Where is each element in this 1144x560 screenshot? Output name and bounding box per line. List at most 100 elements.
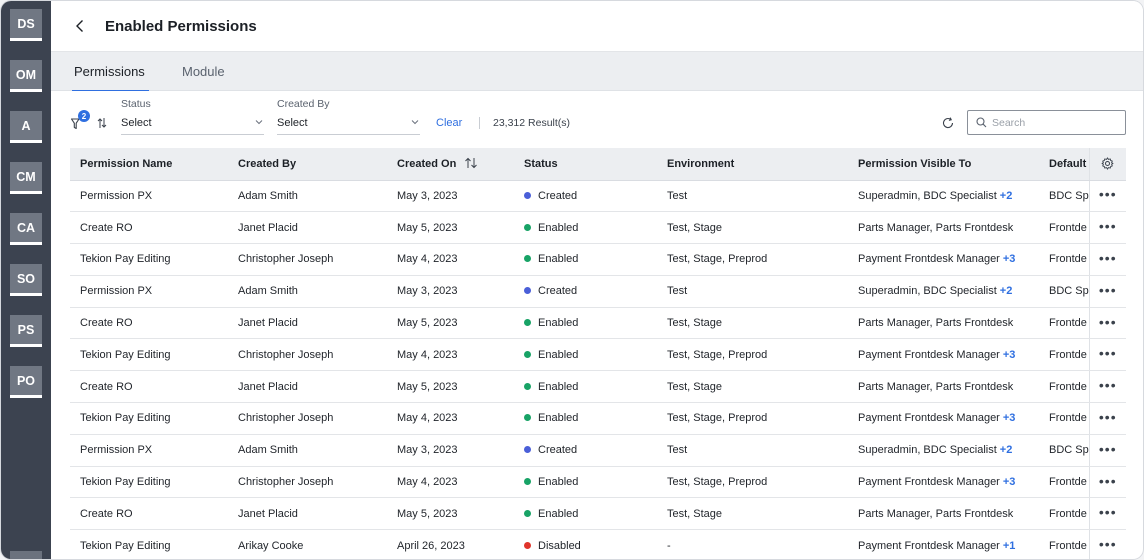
table-row[interactable]: Create RO Janet Placid May 5, 2023 Enabled T…	[70, 307, 1126, 340]
more-roles-count[interactable]: +3	[1003, 349, 1016, 361]
visible-to-text: Payment Frontdesk Manager	[858, 253, 1000, 266]
visible-to-text: Superadmin, BDC Specialist	[858, 444, 997, 457]
cell-created-on: April 26, 2023	[387, 529, 514, 559]
status-label: Created	[538, 285, 578, 298]
more-options-icon[interactable]: •••	[1099, 283, 1117, 297]
cell-status: Enabled	[514, 243, 657, 276]
status-dot	[524, 287, 531, 295]
rail-item-ca[interactable]: CA	[10, 213, 42, 245]
more-options-icon[interactable]: •••	[1099, 537, 1117, 551]
status-filter-select[interactable]: Select	[121, 115, 264, 135]
cell-permission-visible-to: Parts Manager, Parts Frontdesk	[848, 307, 1039, 340]
tab-permissions[interactable]: Permissions	[72, 52, 149, 92]
clear-filters-link[interactable]: Clear	[436, 117, 462, 129]
cell-permission-name: Tekion Pay Editing	[70, 338, 228, 372]
divider	[479, 117, 480, 129]
more-options-icon[interactable]: •••	[1099, 410, 1117, 424]
status-filter-label: Status	[121, 98, 151, 110]
column-header-default[interactable]: Default	[1039, 148, 1089, 181]
table-row[interactable]: Permission PX Adam Smith May 3, 2023 Create…	[70, 180, 1126, 213]
rail-item-so[interactable]: SO	[10, 264, 42, 296]
more-options-icon[interactable]: •••	[1099, 505, 1117, 519]
cell-created-by: Janet Placid	[228, 307, 387, 340]
column-header-created-by[interactable]: Created By	[228, 148, 387, 181]
table-row[interactable]: Tekion Pay Editing Christopher Joseph May …	[70, 466, 1126, 499]
cell-actions: •••	[1088, 307, 1126, 340]
status-dot	[524, 478, 531, 486]
chevron-down-icon	[411, 120, 419, 125]
cell-actions: •••	[1088, 529, 1126, 559]
column-header-status[interactable]: Status	[514, 148, 657, 181]
column-header-created-on[interactable]: Created On	[387, 148, 514, 181]
table-row[interactable]: Tekion Pay Editing Christopher Joseph May …	[70, 402, 1126, 435]
more-roles-count[interactable]: +2	[1000, 444, 1013, 456]
more-options-icon[interactable]: •••	[1099, 346, 1117, 360]
rail-item-om[interactable]: OM	[10, 60, 42, 92]
table-row[interactable]: Create RO Janet Placid May 5, 2023 Enabled T…	[70, 497, 1126, 531]
tab-module[interactable]: Module	[182, 52, 225, 91]
more-options-icon[interactable]: •••	[1099, 219, 1117, 233]
cell-actions: •••	[1088, 180, 1126, 213]
column-settings[interactable]	[1088, 148, 1126, 181]
sort-icon[interactable]	[96, 116, 108, 130]
rail-item-po[interactable]: PO	[10, 366, 42, 398]
rail-item-a[interactable]: A	[10, 111, 42, 143]
more-roles-count[interactable]: +2	[1000, 285, 1013, 297]
tab-bar: Permissions Module	[51, 52, 1143, 92]
column-header-permission-name[interactable]: Permission Name	[70, 148, 228, 181]
more-options-icon[interactable]: •••	[1099, 378, 1117, 392]
gear-icon[interactable]	[1101, 157, 1114, 170]
cell-status: Enabled	[514, 497, 657, 531]
cell-permission-visible-to: Payment Frontdesk Manager +3	[848, 402, 1039, 435]
cell-default: Frontde	[1039, 211, 1089, 245]
table-row[interactable]: Tekion Pay Editing Arikay Cooke April 26, …	[70, 529, 1126, 559]
cell-permission-name: Tekion Pay Editing	[70, 402, 228, 435]
back-button[interactable]	[75, 18, 91, 34]
cell-default: BDC Sp	[1039, 275, 1089, 308]
cell-environment: Test, Stage, Preprod	[657, 466, 848, 499]
more-roles-count[interactable]: +3	[1003, 476, 1016, 488]
rail-item-ps[interactable]: PS	[10, 315, 42, 347]
cell-environment: Test, Stage	[657, 497, 848, 531]
cell-environment: Test, Stage	[657, 211, 848, 245]
table-row[interactable]: Tekion Pay Editing Christopher Joseph May …	[70, 338, 1126, 372]
more-options-icon[interactable]: •••	[1099, 474, 1117, 488]
cell-actions: •••	[1088, 497, 1126, 531]
table-row[interactable]: Create RO Janet Placid May 5, 2023 Enabled T…	[70, 370, 1126, 404]
search-input[interactable]	[992, 114, 1120, 131]
refresh-icon[interactable]	[941, 116, 955, 130]
more-roles-count[interactable]: +1	[1003, 540, 1016, 552]
visible-to-text: Superadmin, BDC Specialist	[858, 285, 997, 298]
cell-created-on: May 5, 2023	[387, 370, 514, 404]
cell-status: Enabled	[514, 307, 657, 340]
more-options-icon[interactable]: •••	[1099, 187, 1117, 201]
table-row[interactable]: Permission PX Adam Smith May 3, 2023 Create…	[70, 434, 1126, 467]
cell-created-by: Janet Placid	[228, 497, 387, 531]
cell-default: Frontde	[1039, 370, 1089, 404]
rail-item-cm[interactable]: CM	[10, 162, 42, 194]
table-row[interactable]: Create RO Janet Placid May 5, 2023 Enabled T…	[70, 211, 1126, 245]
more-options-icon[interactable]: •••	[1099, 251, 1117, 265]
more-options-icon[interactable]: •••	[1099, 315, 1117, 329]
rail-item-partial[interactable]	[10, 551, 42, 559]
sort-icon[interactable]	[464, 157, 478, 169]
table-row[interactable]: Permission PX Adam Smith May 3, 2023 Create…	[70, 275, 1126, 308]
rail-item-ds[interactable]: DS	[10, 9, 42, 41]
cell-default: BDC Sp	[1039, 434, 1089, 467]
cell-created-by: Christopher Joseph	[228, 402, 387, 435]
more-roles-count[interactable]: +3	[1003, 253, 1016, 265]
cell-default: Frontde	[1039, 307, 1089, 340]
created-by-filter-select[interactable]: Select	[277, 115, 420, 135]
column-header-environment[interactable]: Environment	[657, 148, 848, 181]
more-roles-count[interactable]: +3	[1003, 412, 1016, 424]
more-options-icon[interactable]: •••	[1099, 442, 1117, 456]
table-row[interactable]: Tekion Pay Editing Christopher Joseph May …	[70, 243, 1126, 276]
cell-default: BDC Sp	[1039, 180, 1089, 213]
cell-permission-name: Create RO	[70, 497, 228, 531]
app-window: DS OM A CM CA SO PS PO Enabled Permissio…	[1, 1, 1143, 559]
more-roles-count[interactable]: +2	[1000, 190, 1013, 202]
cell-actions: •••	[1088, 370, 1126, 404]
column-header-created-on-label: Created On	[397, 158, 457, 171]
column-header-permission-visible-to[interactable]: Permission Visible To	[848, 148, 1039, 181]
permissions-table: Permission Name Created By Created On St…	[70, 148, 1126, 559]
